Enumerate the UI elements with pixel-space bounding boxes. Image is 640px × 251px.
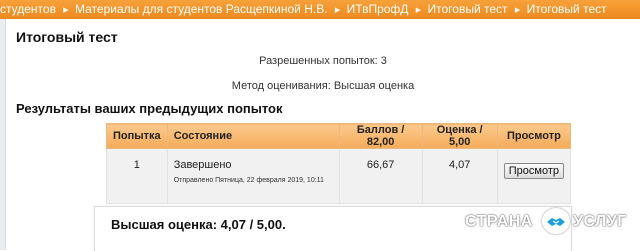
breadcrumb-separator-icon: ▶ xyxy=(63,7,69,14)
cell-state: Завершено Отправлено Пятница, 22 февраля… xyxy=(166,148,340,204)
breadcrumb-label: Итоговый тест xyxy=(526,2,607,16)
handshake-icon xyxy=(542,208,570,234)
breadcrumb-separator-icon: ▶ xyxy=(334,7,341,14)
breadcrumb-link[interactable]: Материалы для студентов Расщепкиной Н.В. xyxy=(75,2,328,16)
breadcrumb-item[interactable]: Материалы для студентов Расщепкиной Н.В. xyxy=(75,2,328,16)
table-header-row: Попытка Состояние Баллов / 82,00 Оценка … xyxy=(106,123,572,149)
col-state: Состояние xyxy=(166,123,340,149)
cell-review: Просмотр xyxy=(496,148,572,204)
watermark: СТРАНА УСЛУГ xyxy=(465,208,640,234)
watermark-left: СТРАНА xyxy=(465,213,533,230)
breadcrumb-link[interactable]: студентов xyxy=(0,2,56,16)
breadcrumb-separator-icon: ▶ xyxy=(514,7,521,14)
breadcrumb-item[interactable]: ИТвПрофД xyxy=(347,2,409,16)
col-attempt: Попытка xyxy=(106,123,168,149)
table-row: 1 Завершено Отправлено Пятница, 22 февра… xyxy=(106,148,572,204)
results-heading: Результаты ваших предыдущих попыток xyxy=(16,101,283,116)
attempts-allowed: Разрешенных попыток: 3 xyxy=(259,55,387,67)
watermark-right: УСЛУГ xyxy=(573,213,627,230)
best-grade: Высшая оценка: 4,07 / 5,00. xyxy=(111,217,286,232)
breadcrumb-bar: студентов ▶ Материалы для студентов Расщ… xyxy=(0,0,640,19)
cell-points: 66,67 xyxy=(338,148,423,204)
cell-grade: 4,07 xyxy=(421,148,498,204)
breadcrumb-link[interactable]: ИТвПрофД xyxy=(347,2,409,16)
breadcrumb-item[interactable]: студентов xyxy=(0,2,56,16)
col-grade: Оценка / 5,00 xyxy=(421,123,498,149)
submitted-timestamp: Отправлено Пятница, 22 февраля 2019, 10:… xyxy=(173,177,324,184)
breadcrumb-link[interactable]: Итоговый тест xyxy=(428,2,508,16)
cell-attempt: 1 xyxy=(106,148,168,204)
page-title: Итоговый тест xyxy=(16,29,118,45)
attempt-state: Завершено xyxy=(173,159,232,171)
attempts-table: Попытка Состояние Баллов / 82,00 Оценка … xyxy=(106,123,572,204)
grading-method: Метод оценивания: Высшая оценка xyxy=(231,80,415,92)
col-review: Просмотр xyxy=(496,123,572,149)
breadcrumb-item-current[interactable]: Итоговый тест xyxy=(428,2,508,16)
review-button[interactable]: Просмотр xyxy=(503,163,564,179)
breadcrumb-item: Итоговый тест xyxy=(527,2,607,16)
col-points: Баллов / 82,00 xyxy=(338,123,423,149)
breadcrumb-separator-icon: ▶ xyxy=(415,7,422,14)
